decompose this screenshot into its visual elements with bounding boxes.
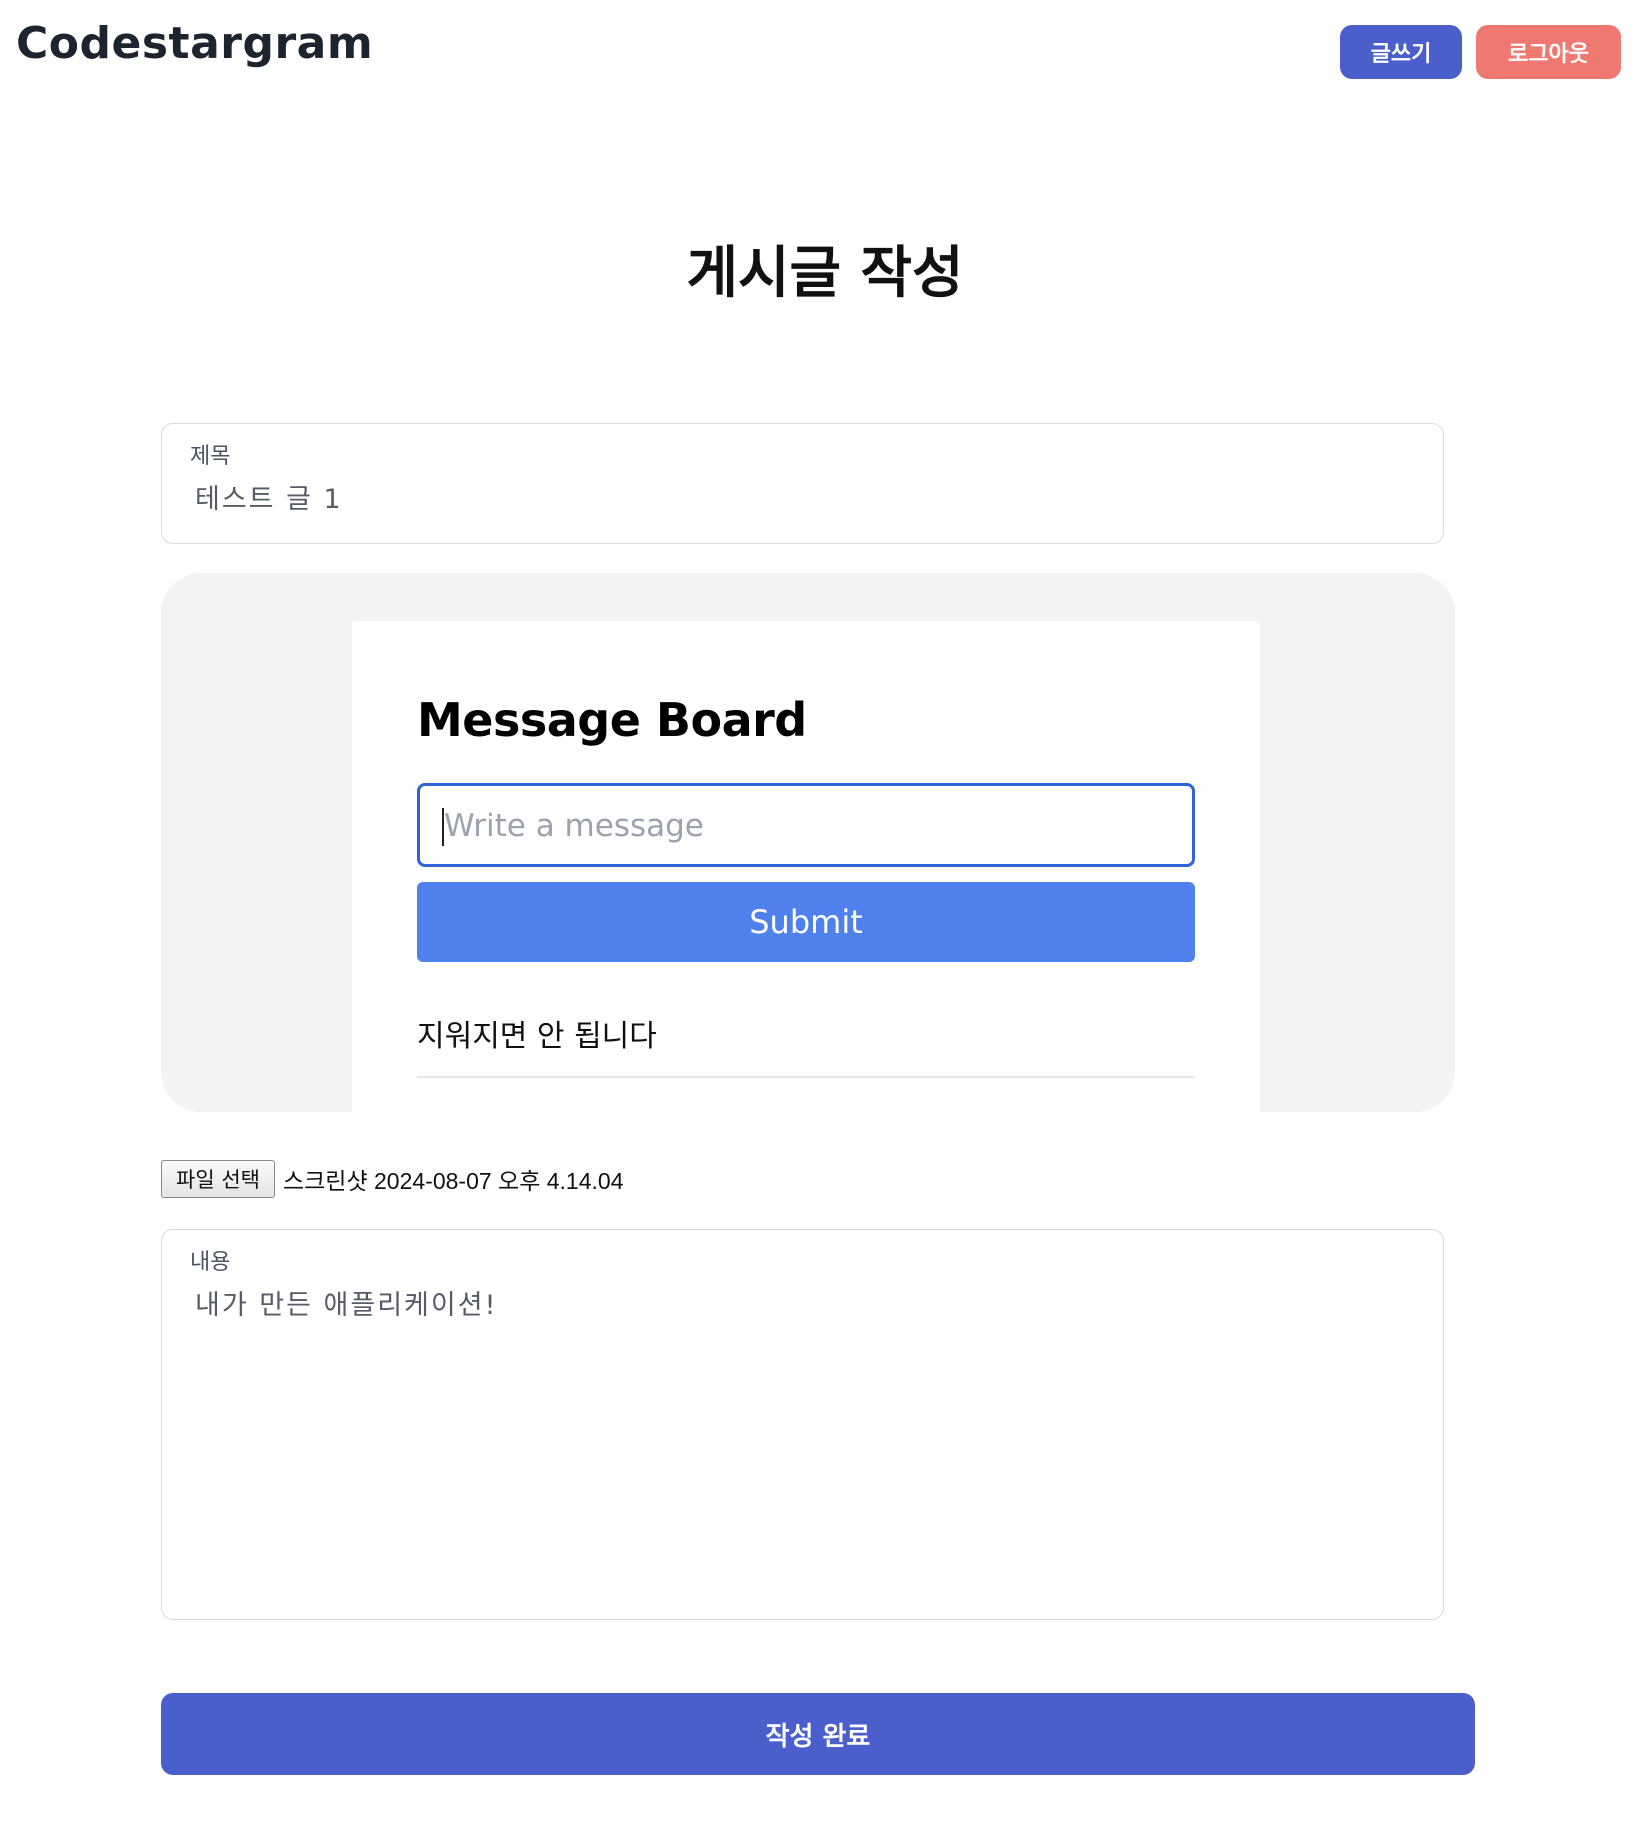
content-field[interactable]: 내용 내가 만든 애플리케이션! [161, 1229, 1444, 1620]
content-field-label: 내용 [190, 1250, 231, 1275]
preview-message-input: Write a message [417, 783, 1195, 867]
preview-screenshot-card: Message Board Write a message Submit 지워지… [352, 621, 1260, 1112]
title-field-label: 제목 [190, 444, 231, 469]
page-title: 게시글 작성 [686, 241, 964, 306]
preview-submit-button: Submit [417, 882, 1195, 962]
selected-file-name: 스크린샷 2024-08-07 오후 4.14.04 [282, 1168, 624, 1194]
preview-card-title: Message Board [417, 693, 807, 747]
write-button[interactable]: 글쓰기 [1340, 25, 1462, 79]
file-select-button[interactable]: 파일 선택 [161, 1160, 275, 1198]
content-textarea[interactable]: 내가 만든 애플리케이션! [195, 1283, 497, 1322]
file-chooser: 파일 선택 스크린샷 2024-08-07 오후 4.14.04 [161, 1160, 624, 1198]
logout-button[interactable]: 로그아웃 [1476, 25, 1621, 79]
submit-post-button[interactable]: 작성 완료 [161, 1693, 1475, 1775]
preview-message-item: 지워지면 안 됩니다 [417, 1019, 657, 1054]
title-field[interactable]: 제목 테스트 글 1 [161, 423, 1444, 544]
preview-divider [417, 1076, 1195, 1078]
image-preview: Message Board Write a message Submit 지워지… [161, 573, 1455, 1112]
preview-input-placeholder: Write a message [444, 808, 704, 844]
page: Codestargram 글쓰기 로그아웃 게시글 작성 제목 테스트 글 1 … [0, 0, 1650, 1836]
app-logo[interactable]: Codestargram [16, 18, 373, 69]
title-input[interactable]: 테스트 글 1 [195, 477, 343, 516]
